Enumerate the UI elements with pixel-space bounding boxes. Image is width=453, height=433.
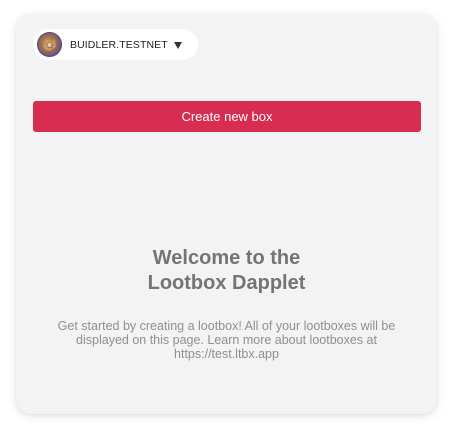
welcome-title-line1: Welcome to the <box>152 247 301 269</box>
welcome-title-line2: Lootbox Dapplet <box>147 272 306 294</box>
lootbox-avatar-icon <box>37 32 62 57</box>
caret-down-icon[interactable] <box>173 41 182 49</box>
dapplet-card: BUIDLER.TESTNET Create new box Welcome t… <box>16 14 437 414</box>
welcome-description: Get started by creating a lootbox! All o… <box>57 319 396 361</box>
create-new-box-button[interactable]: Create new box <box>33 101 421 132</box>
account-selector[interactable]: BUIDLER.TESTNET <box>33 29 198 60</box>
account-network-label: BUIDLER.TESTNET <box>70 38 168 51</box>
welcome-title: Welcome to the Lootbox Dapplet <box>16 246 437 296</box>
